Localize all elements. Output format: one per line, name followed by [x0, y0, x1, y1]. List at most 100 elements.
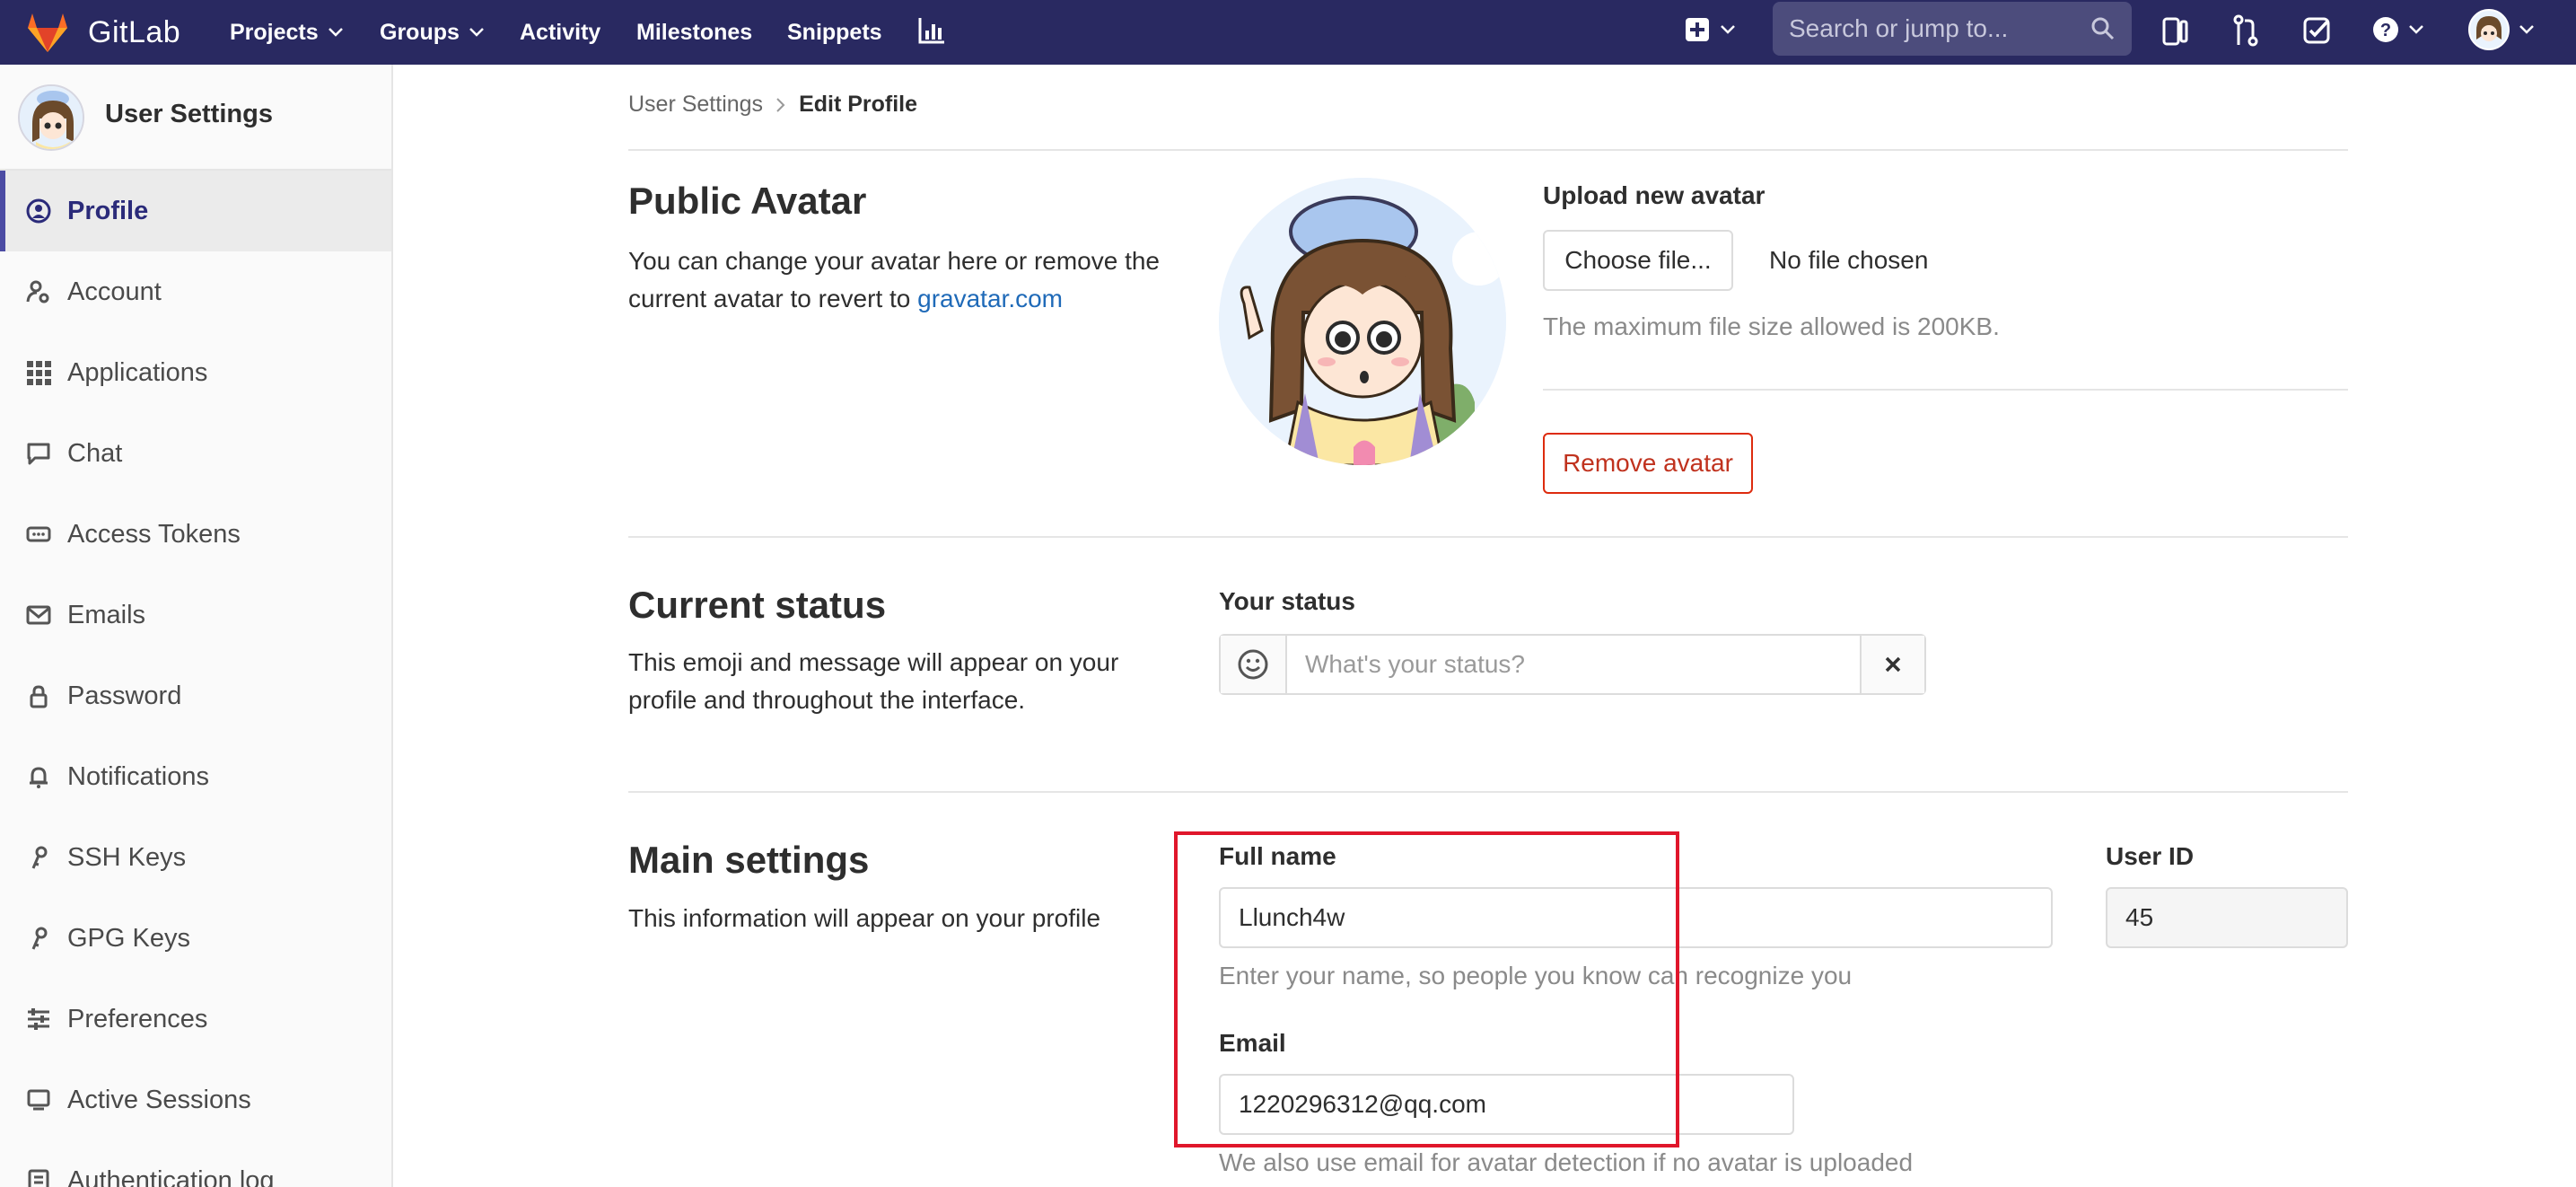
sidebar-item-notifications[interactable]: Notifications	[0, 736, 391, 817]
current-status-title: Current status	[628, 584, 887, 626]
nav-activity[interactable]: Activity	[520, 11, 600, 54]
gitlab-logo-icon	[28, 13, 67, 52]
email-label: Email	[1219, 1029, 1286, 1057]
new-item-dropdown[interactable]	[1684, 16, 1736, 43]
nav-projects[interactable]: Projects	[230, 11, 344, 54]
sidebar-item-label: SSH Keys	[67, 842, 187, 872]
sidebar-item-label: Profile	[67, 196, 149, 225]
todo-check-icon[interactable]	[2302, 16, 2331, 45]
applications-icon	[25, 359, 52, 386]
key-icon	[25, 844, 52, 871]
search-placeholder: Search or jump to...	[1789, 14, 2009, 42]
divider	[628, 791, 2348, 793]
sidebar-item-label: GPG Keys	[67, 923, 190, 953]
search-icon	[2091, 17, 2115, 40]
nav-milestones[interactable]: Milestones	[636, 11, 752, 54]
close-icon	[1885, 656, 1901, 673]
sidebar-item-ssh-keys[interactable]: SSH Keys	[0, 817, 391, 898]
smiley-icon	[1238, 649, 1268, 680]
nav-groups-label: Groups	[380, 19, 460, 45]
sidebar-item-active-sessions[interactable]: Active Sessions	[0, 1060, 391, 1140]
max-file-size-help: The maximum file size allowed is 200KB.	[1543, 312, 2000, 340]
nav-groups[interactable]: Groups	[380, 11, 485, 54]
sidebar-item-chat[interactable]: Chat	[0, 413, 391, 494]
bell-icon	[25, 763, 52, 790]
full-name-label: Full name	[1219, 842, 1336, 870]
sidebar-item-label: Account	[67, 277, 162, 306]
sidebar-item-label: Notifications	[67, 761, 209, 791]
sidebar-item-profile[interactable]: Profile	[0, 171, 391, 251]
user-avatar	[2468, 9, 2510, 50]
main-settings-description: This information will appear on your pro…	[628, 904, 1101, 932]
issues-icon[interactable]	[2161, 16, 2190, 47]
chevron-down-icon	[1721, 25, 1735, 34]
remove-avatar-button[interactable]: Remove avatar	[1543, 433, 1753, 494]
token-icon	[25, 521, 52, 548]
sidebar-item-label: Preferences	[67, 1004, 208, 1033]
sidebar-item-authentication-log[interactable]: Authentication log	[0, 1140, 391, 1187]
profile-icon	[25, 198, 52, 224]
sidebar-item-applications[interactable]: Applications	[0, 332, 391, 413]
sidebar-item-label: Access Tokens	[67, 519, 241, 549]
nav-snippets[interactable]: Snippets	[787, 11, 882, 54]
user-menu-dropdown[interactable]	[2468, 9, 2535, 50]
sidebar-item-label: Authentication log	[67, 1165, 275, 1187]
sidebar-item-access-tokens[interactable]: Access Tokens	[0, 494, 391, 575]
account-icon	[25, 278, 52, 305]
your-status-label: Your status	[1219, 587, 1355, 615]
public-avatar-description: You can change your avatar here or remov…	[628, 242, 1167, 318]
nav-activity-label: Activity	[520, 19, 601, 45]
sidebar-item-label: Emails	[67, 600, 146, 629]
divider	[628, 536, 2348, 538]
no-file-chosen-text: No file chosen	[1769, 246, 1929, 274]
breadcrumb-edit-profile[interactable]: Edit Profile	[799, 92, 917, 118]
nav-milestones-label: Milestones	[636, 19, 753, 45]
sidebar-item-label: Active Sessions	[67, 1085, 251, 1114]
sidebar-item-label: Chat	[67, 438, 123, 468]
chevron-down-icon	[2519, 25, 2534, 34]
emoji-picker-button[interactable]	[1221, 636, 1287, 693]
breadcrumb: User Settings Edit Profile	[628, 92, 917, 118]
gitlab-wordmark: GitLab	[88, 14, 181, 49]
sidebar-item-label: Applications	[67, 357, 208, 387]
current-avatar-image	[1219, 178, 1506, 465]
sidebar-header[interactable]: User Settings	[0, 65, 391, 171]
user-id-label: User ID	[2106, 842, 2195, 870]
log-icon	[25, 1167, 52, 1187]
divider	[628, 149, 2348, 151]
clear-status-button[interactable]	[1860, 636, 1924, 693]
sidebar-item-account[interactable]: Account	[0, 251, 391, 332]
email-input[interactable]	[1219, 1074, 1794, 1135]
sidebar-item-password[interactable]: Password	[0, 655, 391, 736]
chevron-right-icon	[776, 97, 785, 112]
search-box[interactable]: Search or jump to...	[1773, 2, 2132, 56]
settings-sidebar: User Settings Profile Account Applicatio…	[0, 65, 393, 1187]
choose-file-button[interactable]: Choose file...	[1543, 230, 1733, 291]
gitlab-home-link[interactable]: GitLab	[25, 7, 180, 57]
sidebar-item-emails[interactable]: Emails	[0, 575, 391, 655]
current-status-description: This emoji and message will appear on yo…	[628, 648, 1119, 714]
analytics-chart-icon[interactable]	[917, 16, 946, 45]
breadcrumb-user-settings[interactable]: User Settings	[628, 92, 763, 118]
monitor-icon	[25, 1086, 52, 1113]
full-name-help: Enter your name, so people you know can …	[1219, 962, 1853, 989]
help-dropdown[interactable]: ?	[2372, 16, 2424, 43]
merge-request-icon[interactable]	[2232, 14, 2259, 47]
sidebar-item-gpg-keys[interactable]: GPG Keys	[0, 898, 391, 979]
status-message-input[interactable]	[1287, 636, 1860, 693]
svg-text:?: ?	[2380, 21, 2391, 40]
public-avatar-title: Public Avatar	[628, 180, 867, 222]
nav-projects-label: Projects	[230, 19, 319, 45]
sidebar-item-preferences[interactable]: Preferences	[0, 979, 391, 1060]
lock-icon	[25, 682, 52, 709]
sidebar-item-label: Password	[67, 681, 182, 710]
full-name-input[interactable]	[1219, 887, 2053, 948]
public-avatar-desc-text: You can change your avatar here or remov…	[628, 247, 1161, 312]
plus-square-icon	[1686, 18, 1709, 41]
divider	[1543, 389, 2348, 391]
gravatar-link[interactable]: gravatar.com	[917, 285, 1063, 312]
user-id-field	[2106, 887, 2348, 948]
chevron-down-icon	[469, 28, 484, 37]
email-help: We also use email for avatar detection i…	[1219, 1148, 1914, 1176]
nav-snippets-label: Snippets	[787, 19, 882, 45]
